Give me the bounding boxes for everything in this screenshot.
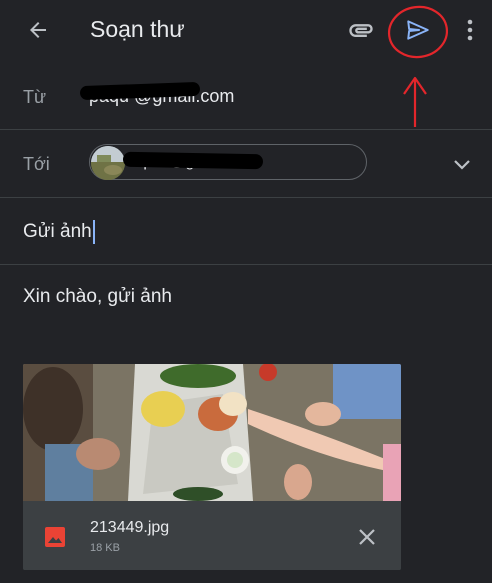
- remove-attachment-button[interactable]: [353, 523, 381, 551]
- close-icon: [359, 529, 375, 545]
- attach-button[interactable]: [344, 14, 378, 46]
- more-vert-icon: [467, 19, 473, 41]
- paperclip-icon: [349, 24, 373, 37]
- avatar: [91, 146, 125, 180]
- back-button[interactable]: [22, 14, 54, 46]
- app-bar: Soạn thư: [0, 0, 492, 60]
- subject-row[interactable]: Gửi ảnh: [0, 198, 492, 265]
- subject-value: Gửi ảnh: [23, 221, 92, 242]
- to-label: Tới: [23, 154, 50, 174]
- send-button[interactable]: [400, 12, 436, 48]
- subject-field[interactable]: Gửi ảnh: [23, 220, 95, 244]
- expand-recipients-button[interactable]: [448, 150, 476, 178]
- text-cursor: [92, 220, 95, 244]
- attachment-info: 213449.jpg 18 KB: [23, 501, 401, 570]
- from-label: Từ: [23, 87, 47, 107]
- redaction-mark: [122, 151, 264, 170]
- image-file-icon: [45, 527, 65, 547]
- screen-title: Soạn thư: [90, 16, 185, 42]
- send-icon: [407, 20, 429, 40]
- arrow-back-icon: [30, 22, 46, 38]
- attachment-size: 18 KB: [90, 542, 120, 554]
- more-options-button[interactable]: [458, 14, 482, 46]
- message-body[interactable]: Xin chào, gửi ảnh: [23, 286, 172, 308]
- attachment-filename: 213449.jpg: [90, 519, 170, 536]
- from-row: Từ paqu @gmail.com: [0, 66, 492, 130]
- attachment-thumbnail: [23, 364, 401, 501]
- attachment-card[interactable]: 213449.jpg 18 KB: [23, 364, 401, 570]
- chevron-down-icon: [454, 160, 470, 170]
